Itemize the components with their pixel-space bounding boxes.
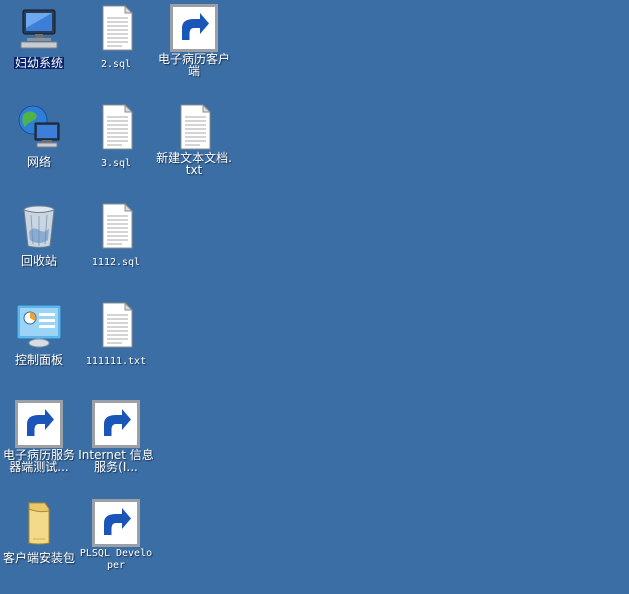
icon-label: 新建文本文档.txt [156,151,232,177]
icon-label: 2.sql [100,59,132,70]
medical-clipboard-icon [170,4,218,52]
icon-label: 控制面板 [14,353,63,367]
icon-label: 111111.txt [85,356,147,367]
desktop-icon-control-panel[interactable]: 控制面板 [0,297,78,368]
desktop-icon-client-installer[interactable]: 客户端安装包 [0,495,78,566]
icon-label: 3.sql [100,158,132,169]
shortcut-arrow-icon [15,400,63,448]
document-icon [92,4,140,52]
icon-label: PLSQL Developer [79,548,153,571]
desktop: 妇幼系统 2.sql 电子病历客户端 网络 3.sql 新建文本文档.txt 回… [0,0,629,594]
icon-label: 客户端安装包 [2,551,75,565]
desktop-icon-iis[interactable]: Internet 信息服务(I... [77,396,155,475]
icon-label: 回收站 [20,254,57,268]
document-icon [170,103,218,151]
icon-label: 1112.sql [91,257,141,268]
document-icon [92,202,140,250]
icon-label: Internet 信息服务(I... [78,448,154,474]
icon-label: 妇幼系统 [13,56,64,70]
network-globe-icon [15,103,63,151]
computer-icon [15,4,63,52]
shortcut-arrow-icon [170,4,218,52]
desktop-icon-plsql-developer[interactable]: PLSQL Developer [77,495,155,572]
desktop-icon-1112-sql[interactable]: 1112.sql [77,198,155,269]
desktop-icon-new-text-document[interactable]: 新建文本文档.txt [155,99,233,178]
desktop-icon-2-sql[interactable]: 2.sql [77,0,155,71]
icon-label: 网络 [26,155,51,169]
recycle-bin-icon [15,202,63,250]
icon-label: 电子病历服务器端测试... [2,448,75,474]
desktop-icon-emr-server-test[interactable]: e 电子病历服务器端测试... [0,396,78,475]
iis-server-icon [92,400,140,448]
desktop-icon-fuyou-system[interactable]: 妇幼系统 [0,0,78,71]
control-panel-icon [15,301,63,349]
folder-icon [15,499,63,547]
document-icon [92,103,140,151]
shortcut-arrow-icon [92,400,140,448]
internet-explorer-icon: e [15,400,63,448]
desktop-icon-emr-client[interactable]: 电子病历客户端 [155,0,233,79]
desktop-icon-network[interactable]: 网络 [0,99,78,170]
database-gear-icon [92,499,140,547]
document-icon [92,301,140,349]
shortcut-arrow-icon [92,499,140,547]
desktop-icon-3-sql[interactable]: 3.sql [77,99,155,170]
desktop-icon-recycle-bin[interactable]: 回收站 [0,198,78,269]
desktop-icon-111111-txt[interactable]: 111111.txt [77,297,155,368]
icon-label: 电子病历客户端 [157,52,230,78]
